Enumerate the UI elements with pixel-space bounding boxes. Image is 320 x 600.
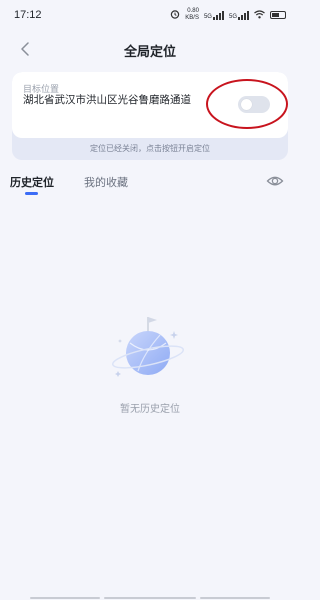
page-title: 全局定位 <box>123 45 176 60</box>
net-speed-unit: KB/S <box>185 15 199 21</box>
tab-bar: 历史定位 我的收藏 <box>0 172 300 200</box>
battery-icon <box>270 11 286 19</box>
status-time: 17:12 <box>14 9 42 21</box>
header: 全局定位 <box>0 36 300 64</box>
signal-5g-label-2: 5G <box>228 13 237 20</box>
nav-segment <box>104 597 196 599</box>
status-bar: 17:12 0.80 KB/S 5G 5G <box>0 0 300 30</box>
tab-favorites[interactable]: 我的收藏 <box>84 174 128 190</box>
tab-active-indicator <box>25 192 38 195</box>
alarm-icon <box>170 9 180 21</box>
signal-5g-label: 5G <box>203 13 212 20</box>
signal-5g-icon-2: 5G <box>228 10 249 20</box>
empty-state-text: 暂无历史定位 <box>120 404 180 415</box>
wifi-icon <box>254 9 265 21</box>
net-speed-value: 0.80 <box>187 8 199 14</box>
bottom-nav-bar <box>0 596 300 600</box>
location-hint: 定位已经关闭，点击按钮开启定位 <box>90 144 210 153</box>
location-card-body: 目标位置 湖北省武汉市洪山区光谷鲁磨路通道 <box>12 72 288 138</box>
status-icons: 0.80 KB/S 5G 5G <box>170 8 286 22</box>
target-address[interactable]: 湖北省武汉市洪山区光谷鲁磨路通道 <box>23 94 193 107</box>
planet-flag-icon <box>111 317 185 377</box>
eye-icon <box>266 176 284 186</box>
location-toggle[interactable] <box>238 96 270 113</box>
toggle-knob <box>241 99 252 110</box>
empty-illustration <box>108 313 192 385</box>
nav-segment <box>200 597 270 599</box>
eye-button[interactable] <box>266 173 284 189</box>
tab-history[interactable]: 历史定位 <box>10 174 54 190</box>
nav-segment <box>30 597 100 599</box>
location-card: 目标位置 湖北省武汉市洪山区光谷鲁磨路通道 定位已经关闭，点击按钮开启定位 <box>12 72 288 160</box>
signal-5g-icon: 5G <box>203 10 224 20</box>
net-speed: 0.80 KB/S <box>185 8 199 22</box>
